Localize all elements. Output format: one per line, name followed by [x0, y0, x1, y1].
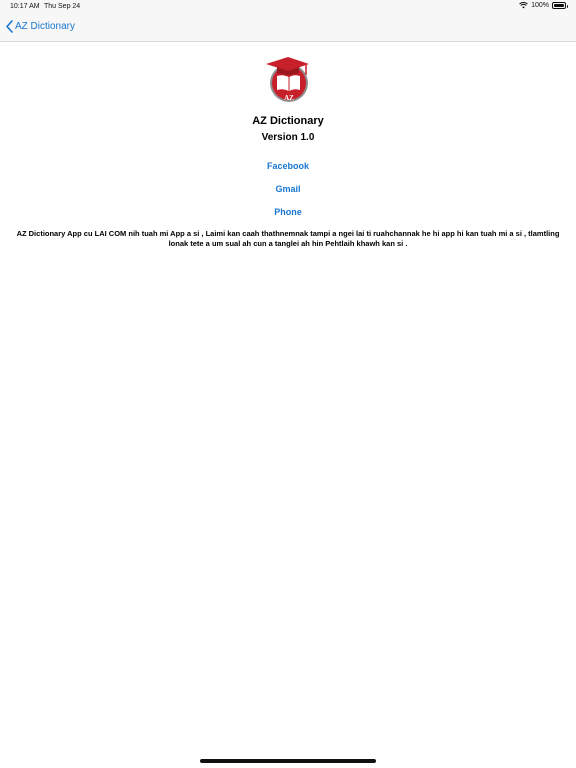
logo-text: AZ — [284, 94, 294, 102]
phone-link[interactable]: Phone — [0, 207, 576, 217]
status-bar: 10:17 AM Thu Sep 24 100% — [0, 0, 576, 14]
app-logo: AZ — [266, 57, 309, 102]
facebook-link[interactable]: Facebook — [0, 161, 576, 171]
status-date: Thu Sep 24 — [44, 3, 81, 10]
app-version: Version 1.0 — [261, 132, 315, 143]
status-indicators: 100% — [519, 2, 568, 9]
battery-percent: 100% — [531, 2, 549, 9]
wifi-icon — [519, 2, 528, 9]
gmail-link[interactable]: Gmail — [0, 184, 576, 194]
back-button[interactable]: AZ Dictionary — [6, 20, 75, 33]
chevron-left-icon — [6, 20, 13, 33]
app-title: AZ Dictionary — [252, 115, 324, 127]
app-description: AZ Dictionary App cu LAI COM nih tuah mi… — [16, 229, 560, 248]
home-indicator[interactable] — [200, 759, 376, 763]
battery-icon — [552, 2, 568, 9]
back-button-label: AZ Dictionary — [15, 21, 76, 32]
navigation-bar: AZ Dictionary — [0, 14, 576, 42]
status-time: 10:17 AM — [10, 3, 40, 10]
